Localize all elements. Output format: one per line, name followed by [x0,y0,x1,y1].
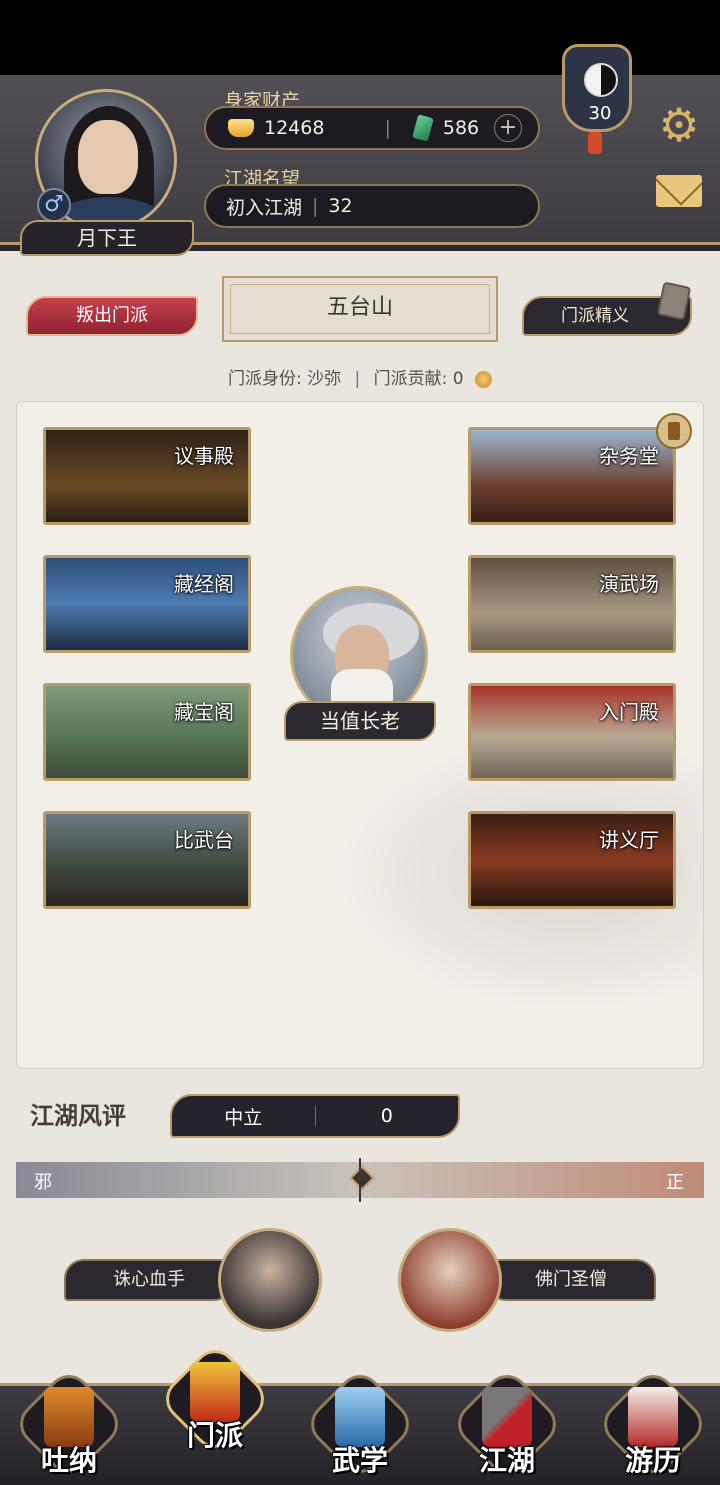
nav-sect[interactable]: 门派 [157,1341,273,1460]
hall-entrance[interactable]: 入门殿 [468,683,676,781]
npc-evil-portrait[interactable] [218,1228,322,1332]
player-name: 月下王 [20,220,194,256]
nav-label: 吐纳 [40,1444,97,1477]
nav-label: 门派 [186,1419,243,1452]
reputation-divider: | [312,195,319,217]
nav-label: 江湖 [478,1444,535,1477]
level-badge[interactable]: 30 [558,36,636,156]
sect-info-line: 门派身份: 沙弥 | 门派贡献: 0 [0,364,720,389]
sect-info-divider: | [354,369,361,389]
hall-scripture-pavilion[interactable]: 藏经阁 [43,555,251,653]
hall-council[interactable]: 议事殿 [43,427,251,525]
quest-scroll-icon[interactable] [656,413,692,449]
hall-label: 杂务堂 [599,444,659,468]
hall-label: 藏经阁 [174,572,234,596]
meditating-monk-icon [44,1387,94,1447]
hall-chores[interactable]: 杂务堂 [468,427,676,525]
nav-breathing[interactable]: 吐纳 [11,1366,127,1485]
yin-yang-icon [584,63,618,97]
level-shield: 30 [562,44,632,132]
hall-training-ground[interactable]: 演武场 [468,555,676,653]
jianghu-reputation-title: 江湖风评 [30,1101,126,1130]
nav-label: 武学 [331,1444,388,1477]
wealth-divider: | [384,117,391,139]
nav-travel[interactable]: 游历 [595,1366,711,1485]
male-gender-icon: ♂ [37,188,71,222]
sect-banner-icon [190,1362,240,1422]
hall-arena[interactable]: 比武台 [43,811,251,909]
tassel-icon [588,132,602,154]
level-number: 30 [588,103,612,124]
martial-manual-icon [335,1387,385,1447]
hall-label: 藏宝阁 [174,700,234,724]
bamboo-hat-icon [482,1387,532,1447]
npc-monk-portrait[interactable] [398,1228,502,1332]
sect-identity-label: 门派身份: [227,369,302,389]
good-label: 正 [666,1172,684,1193]
sect-contribution-label: 门派贡献: [373,369,448,389]
mail-icon[interactable] [656,175,702,207]
gold-ingot-icon [228,119,254,137]
hall-label: 比武台 [174,828,234,852]
gold-amount: 12468 [264,117,325,139]
reputation-value: 32 [328,195,353,217]
hall-label: 讲义厅 [599,828,659,852]
evil-label: 邪 [34,1172,52,1193]
recharge-plus-button[interactable]: + [494,114,522,142]
reputation-stance-bar: 中立 0 [170,1094,460,1138]
sect-name: 五台山 [222,276,498,342]
hall-treasure-pavilion[interactable]: 藏宝阁 [43,683,251,781]
elder-on-duty-button[interactable]: 当值长老 [284,701,436,741]
jade-amount: 586 [442,117,480,139]
stance-score: 0 [380,1105,393,1127]
alignment-marker [349,1158,371,1202]
nav-jianghu[interactable]: 江湖 [449,1366,565,1485]
white-horse-icon [628,1387,678,1447]
wealth-bar: 12468 | 586 + [204,106,540,150]
contribution-coin-icon [475,370,493,388]
npc-evil-name[interactable]: 诛心血手 [64,1259,234,1301]
nav-label: 游历 [624,1444,681,1477]
sect-contribution-value: 0 [452,369,464,389]
hall-label: 议事殿 [174,444,234,468]
jade-icon [412,114,434,142]
settings-gear-icon[interactable]: ⚙ [654,100,704,150]
stance-label: 中立 [224,1106,263,1129]
reputation-title: 初入江湖 [226,196,303,219]
avatar-face [78,120,138,194]
sect-identity-value: 沙弥 [307,369,342,389]
hall-label: 入门殿 [599,700,659,724]
npc-monk-name[interactable]: 佛门圣僧 [486,1259,656,1301]
betray-sect-button[interactable]: 叛出门派 [26,296,198,336]
reputation-bar: 初入江湖 | 32 [204,184,540,228]
hall-label: 演武场 [599,572,659,596]
nav-martial-arts[interactable]: 武学 [302,1366,418,1485]
hall-lecture[interactable]: 讲义厅 [468,811,676,909]
